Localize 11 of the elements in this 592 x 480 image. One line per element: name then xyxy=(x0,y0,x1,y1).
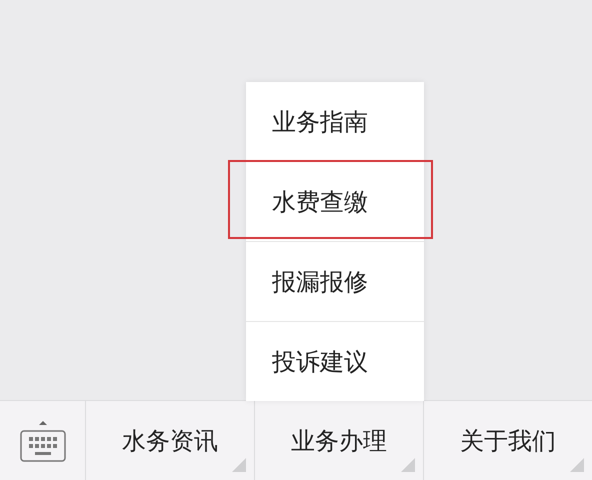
menu-tab[interactable]: 关于我们 xyxy=(424,401,592,480)
corner-triangle-icon xyxy=(232,458,246,472)
corner-triangle-icon xyxy=(570,458,584,472)
submenu-item[interactable]: 投诉建议 xyxy=(246,322,424,401)
submenu-item[interactable]: 水费查缴 xyxy=(246,162,424,241)
menu-tab[interactable]: 业务办理 xyxy=(255,401,423,480)
corner-triangle-icon xyxy=(401,458,415,472)
menu-tab[interactable]: 水务资讯 xyxy=(86,401,254,480)
submenu-item[interactable]: 报漏报修 xyxy=(246,242,424,321)
submenu-item[interactable]: 业务指南 xyxy=(246,82,424,161)
keyboard-icon xyxy=(20,418,66,462)
